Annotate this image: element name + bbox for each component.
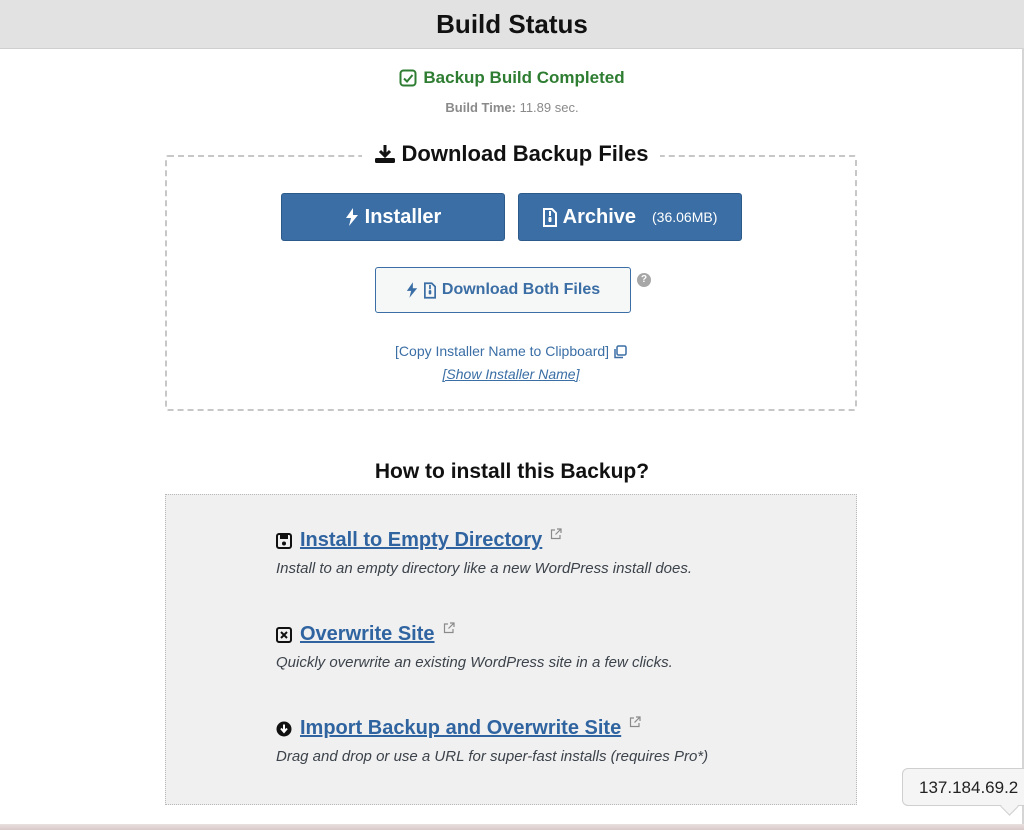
install-options-panel: Install to Empty Directory Install to an… bbox=[165, 494, 857, 805]
download-both-button[interactable]: Download Both Files bbox=[375, 267, 631, 313]
bolt-icon bbox=[345, 208, 359, 226]
download-box: Download Backup Files Installer Archive … bbox=[165, 141, 857, 411]
x-square-icon bbox=[276, 626, 292, 643]
archive-label: Archive bbox=[562, 205, 636, 228]
build-time-label: Build Time: bbox=[445, 100, 516, 115]
copy-icon[interactable] bbox=[613, 345, 627, 359]
ip-tooltip-text: 137.184.69.2 bbox=[919, 778, 1019, 797]
download-legend: Download Backup Files bbox=[167, 141, 855, 170]
overwrite-site-desc: Quickly overwrite an existing WordPress … bbox=[276, 654, 673, 671]
option-empty-directory: Install to Empty Directory Install to an… bbox=[276, 527, 693, 577]
build-time-value: 11.89 sec. bbox=[519, 100, 579, 115]
archive-size: (36.06MB) bbox=[652, 209, 718, 225]
external-link-icon[interactable] bbox=[550, 527, 562, 540]
download-heading: Download Backup Files bbox=[401, 141, 649, 166]
file-zip-icon bbox=[423, 281, 436, 299]
check-square-icon bbox=[399, 69, 417, 87]
install-empty-directory-desc: Install to an empty directory like a new… bbox=[276, 560, 693, 577]
external-link-icon[interactable] bbox=[443, 621, 455, 634]
option-overwrite-site: Overwrite Site Quickly overwrite an exis… bbox=[276, 621, 673, 671]
page-header: Build Status bbox=[0, 0, 1024, 49]
import-backup-desc: Drag and drop or use a URL for super-fas… bbox=[276, 748, 709, 765]
bolt-icon bbox=[406, 282, 418, 298]
copy-installer-label[interactable]: [Copy Installer Name to Clipboard] bbox=[395, 343, 609, 359]
import-backup-link[interactable]: Import Backup and Overwrite Site bbox=[300, 717, 621, 740]
download-icon bbox=[374, 143, 396, 165]
download-circle-icon bbox=[276, 721, 292, 737]
option-import-backup: Import Backup and Overwrite Site Drag an… bbox=[276, 715, 709, 765]
install-empty-directory-link[interactable]: Install to Empty Directory bbox=[300, 529, 542, 552]
page-title: Build Status bbox=[436, 8, 588, 39]
floppy-icon bbox=[276, 532, 292, 549]
installer-button[interactable]: Installer bbox=[281, 193, 505, 241]
build-status: Backup Build Completed Build Time: 11.89… bbox=[0, 68, 1024, 115]
ip-tooltip: 137.184.69.2 bbox=[902, 768, 1024, 816]
build-time: Build Time: 11.89 sec. bbox=[0, 100, 1024, 115]
archive-button[interactable]: Archive (36.06MB) bbox=[518, 193, 742, 241]
help-icon[interactable]: ? bbox=[637, 273, 651, 287]
external-link-icon[interactable] bbox=[629, 715, 641, 728]
installer-label: Installer bbox=[364, 205, 442, 228]
window-bottom-edge bbox=[0, 824, 1024, 830]
tooltip-tail bbox=[1000, 797, 1019, 816]
status-title: Backup Build Completed bbox=[423, 68, 625, 87]
copy-installer-link[interactable]: [Copy Installer Name to Clipboard] bbox=[167, 343, 855, 359]
file-zip-icon bbox=[542, 207, 557, 227]
overwrite-site-link[interactable]: Overwrite Site bbox=[300, 623, 435, 646]
status-title-row: Backup Build Completed bbox=[399, 68, 625, 88]
download-both-label: Download Both Files bbox=[441, 281, 601, 298]
install-heading: How to install this Backup? bbox=[374, 460, 650, 483]
show-installer-name-link[interactable]: [Show Installer Name] bbox=[167, 366, 855, 382]
